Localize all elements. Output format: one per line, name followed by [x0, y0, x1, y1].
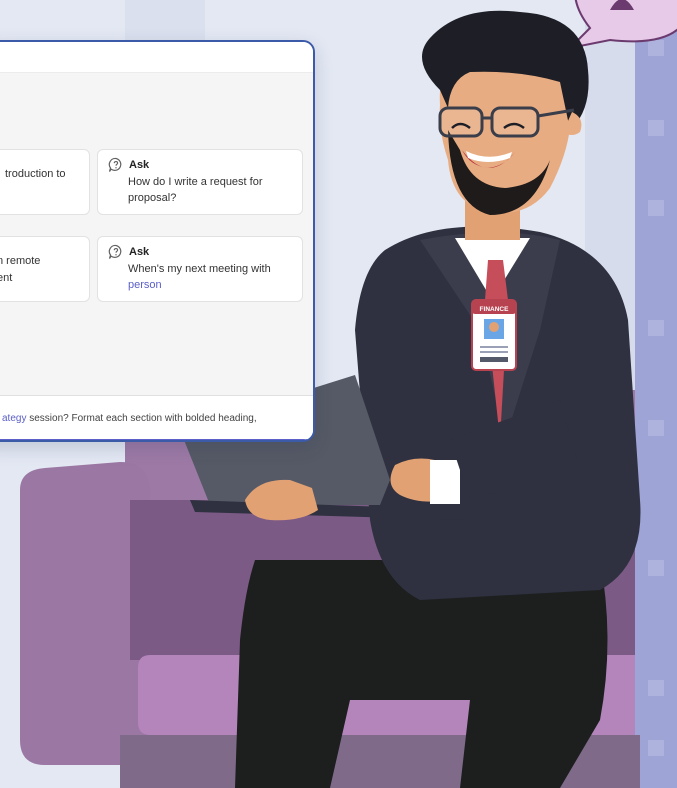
- ask-icon: [108, 157, 122, 172]
- prompt-card-text: troduction to: [5, 168, 66, 180]
- prompt-card-text: How do I write a request for: [128, 176, 263, 188]
- panel-header: [0, 42, 313, 73]
- prompt-card-proposal[interactable]: Ask How do I write a request for proposa…: [97, 149, 303, 215]
- prompt-composer[interactable]: ategy session? Format each section with …: [0, 395, 313, 440]
- prompt-card-text: When's my next meeting with: [128, 263, 271, 275]
- ask-icon: [108, 244, 122, 259]
- composer-link[interactable]: ategy: [2, 413, 26, 424]
- badge: FINANCE: [471, 299, 517, 371]
- prompt-card-text: proposal?: [128, 192, 177, 204]
- ask-label: Ask: [129, 246, 150, 258]
- torso: [355, 226, 641, 600]
- prompt-card-text: ent: [0, 272, 13, 284]
- composer-text: session? Format each section with bolded…: [26, 413, 257, 424]
- prompt-card-text: n remote: [0, 255, 41, 267]
- prompt-card[interactable]: n remote ent: [0, 236, 90, 302]
- ask-label: Ask: [129, 159, 150, 171]
- person-link[interactable]: person: [108, 277, 292, 293]
- prompt-card[interactable]: troduction to: [0, 149, 90, 215]
- purple-column: [635, 0, 677, 788]
- panel-body: troduction to Ask How do I write a reque…: [0, 73, 313, 440]
- badge-label: FINANCE: [480, 306, 510, 313]
- copilot-panel: troduction to Ask How do I write a reque…: [0, 40, 315, 442]
- prompt-card-next-meeting[interactable]: Ask When's my next meeting with person: [97, 236, 303, 302]
